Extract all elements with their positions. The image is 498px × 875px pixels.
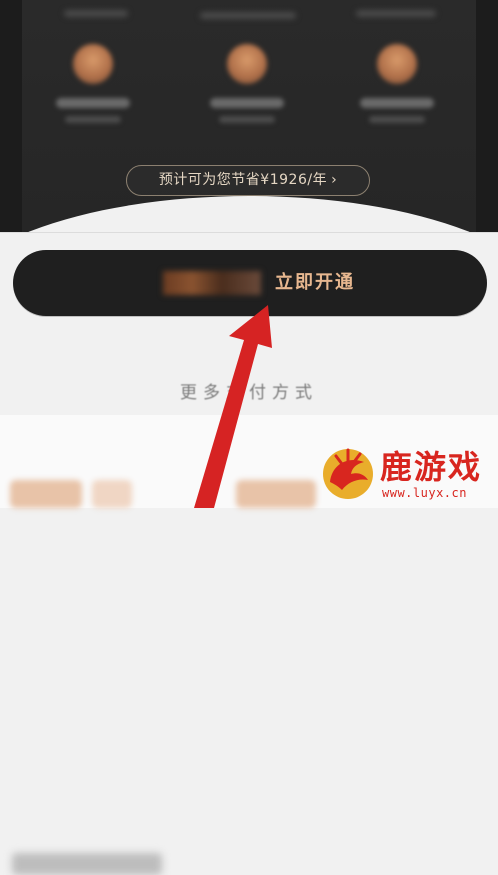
chevron-right-icon: ›: [331, 172, 338, 188]
watermark: 鹿游戏 www.luyx.cn: [318, 440, 498, 508]
watermark-url: www.luyx.cn: [382, 486, 467, 500]
savings-estimate-button[interactable]: 预计可为您节省¥1926/年 ›: [126, 165, 370, 196]
watermark-name: 鹿游戏: [380, 448, 483, 486]
blurred-card-title: [12, 853, 162, 875]
deer-logo-icon: [323, 448, 373, 499]
savings-estimate-text: 预计可为您节省¥1926/年: [158, 172, 328, 188]
red-pointer-arrow-icon: [194, 305, 272, 508]
